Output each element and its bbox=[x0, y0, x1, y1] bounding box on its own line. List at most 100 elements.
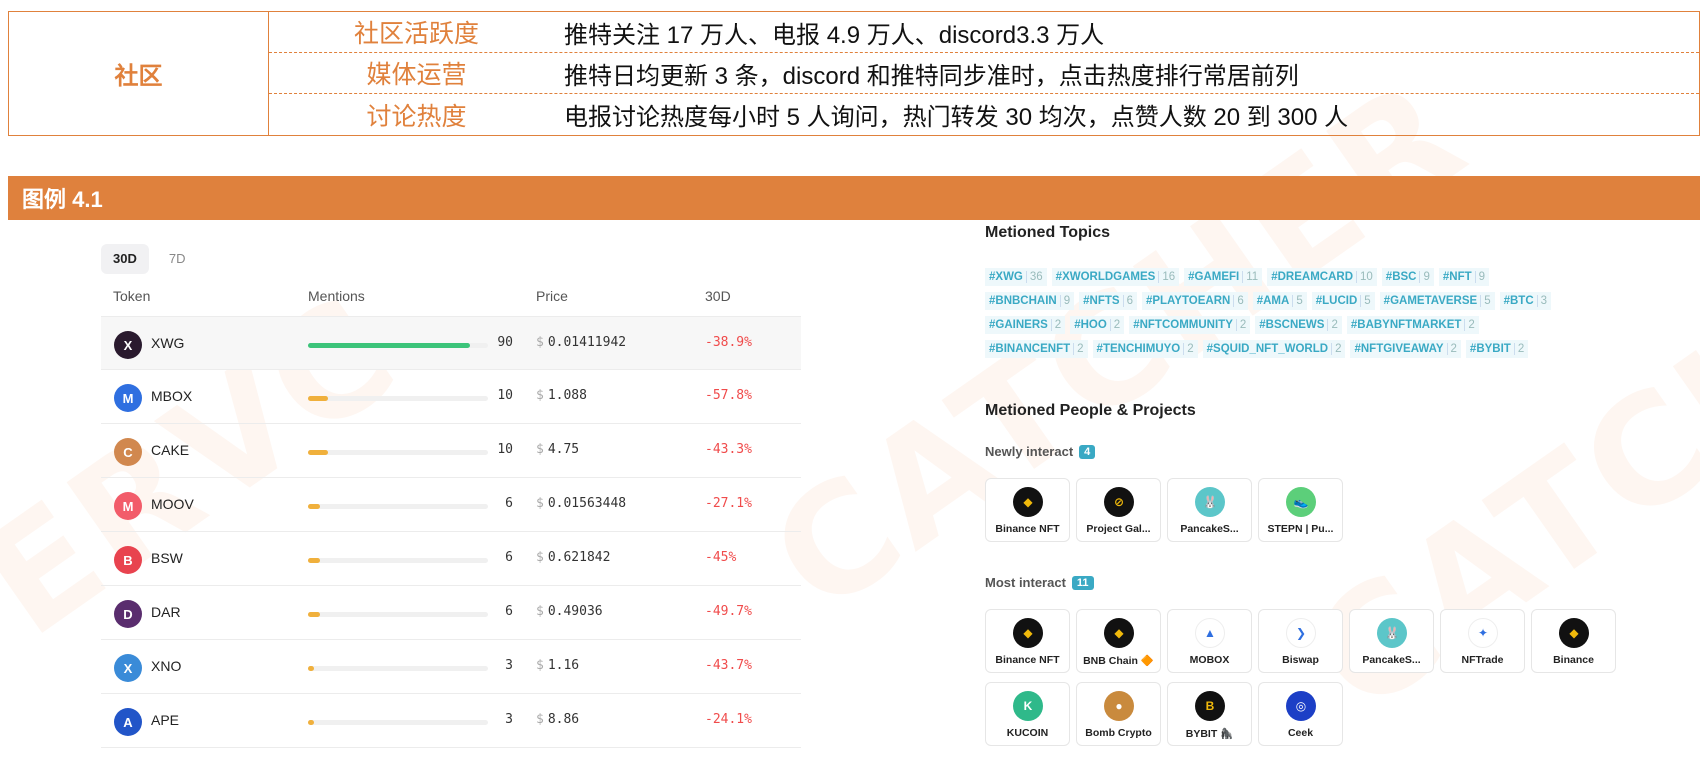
topic-tag[interactable]: #BNBCHAIN 9 bbox=[985, 292, 1075, 310]
token-row[interactable]: X XNO 3 $1.16 -43.7% bbox=[101, 640, 801, 694]
topic-tag[interactable]: #BYBIT 2 bbox=[1465, 340, 1529, 358]
token-name: XWG bbox=[151, 335, 185, 351]
token-row[interactable]: A APE 3 $8.86 -24.1% bbox=[101, 694, 801, 748]
topic-tag[interactable]: #HOO 2 bbox=[1070, 316, 1125, 334]
project-card[interactable]: ⊘ Project Gal... bbox=[1076, 478, 1161, 542]
header-mentions: Mentions bbox=[308, 288, 365, 304]
project-card[interactable]: ◎ Ceek bbox=[1258, 682, 1343, 746]
project-card[interactable]: 🐰 PancakeS... bbox=[1167, 478, 1252, 542]
currency-symbol: $ bbox=[536, 712, 544, 727]
topic-tag-text: #GAINERS bbox=[989, 319, 1048, 331]
topic-line: #BINANCENFT 2 #TENCHIMUYO 2 #SQUID_NFT_WORLD… bbox=[985, 337, 1625, 361]
token-price: $0.01563448 bbox=[536, 496, 626, 511]
ape-icon: A bbox=[114, 708, 142, 736]
newly-interact-text: Newly interact bbox=[985, 444, 1074, 459]
mentions-bar bbox=[308, 450, 328, 455]
token-row[interactable]: D DAR 6 $0.49036 -49.7% bbox=[101, 586, 801, 640]
biswap-icon: ❯ bbox=[1286, 618, 1316, 648]
price-value: 4.75 bbox=[547, 442, 580, 457]
token-row[interactable]: M MBOX 10 $1.088 -57.8% bbox=[101, 370, 801, 424]
topic-tag-count: 2 bbox=[1513, 343, 1525, 355]
token-name: MBOX bbox=[151, 388, 193, 404]
topic-tag[interactable]: #BSCNEWS 2 bbox=[1255, 316, 1342, 334]
project-card[interactable]: 👟 STEPN | Pu... bbox=[1258, 478, 1343, 542]
topic-tag[interactable]: #PLAYTOEARN 6 bbox=[1141, 292, 1248, 310]
topic-tag[interactable]: #GAMEFI 11 bbox=[1184, 268, 1263, 286]
topic-tag[interactable]: #BTC 3 bbox=[1499, 292, 1552, 310]
mentions-bar bbox=[308, 612, 320, 617]
topic-tag[interactable]: #AMA 5 bbox=[1252, 292, 1307, 310]
project-card-label: NFTrade bbox=[1461, 654, 1504, 666]
project-card-label: Binance bbox=[1553, 654, 1594, 666]
price-change: -49.7% bbox=[705, 604, 752, 619]
mentions-bar bbox=[308, 504, 320, 509]
topic-tag[interactable]: #BINANCENFT 2 bbox=[985, 340, 1088, 358]
topic-tag[interactable]: #NFTCOMMUNITY 2 bbox=[1129, 316, 1251, 334]
price-change: -57.8% bbox=[705, 388, 752, 403]
project-card[interactable]: ✦ NFTrade bbox=[1440, 609, 1525, 673]
project-card[interactable]: ● Bomb Crypto bbox=[1076, 682, 1161, 746]
tab-30d[interactable]: 30D bbox=[101, 244, 149, 274]
community-row: 讨论热度 电报讨论热度每小时 5 人询问，热门转发 30 均次，点赞人数 20 … bbox=[269, 94, 1699, 135]
topic-tag[interactable]: #NFTS 6 bbox=[1079, 292, 1137, 310]
stepn-icon: 👟 bbox=[1286, 487, 1316, 517]
topic-tag[interactable]: #NFTGIVEAWAY 2 bbox=[1350, 340, 1461, 358]
project-card[interactable]: ◆ Binance NFT bbox=[985, 478, 1070, 542]
project-card[interactable]: K KUCOIN bbox=[985, 682, 1070, 746]
topic-tag[interactable]: #XWORLDGAMES 16 bbox=[1051, 268, 1180, 286]
token-row[interactable]: M MOOV 6 $0.01563448 -27.1% bbox=[101, 478, 801, 532]
mentions-bar-track bbox=[308, 343, 488, 348]
mentions-bar bbox=[308, 720, 314, 725]
token-row[interactable]: X XWG 90 $0.01411942 -38.9% bbox=[101, 316, 801, 370]
community-row: 社区活跃度 推特关注 17 万人、电报 4.9 万人、discord3.3 万人 bbox=[269, 12, 1699, 53]
newly-interact-label: Newly interact 4 bbox=[985, 444, 1096, 459]
currency-symbol: $ bbox=[536, 496, 544, 511]
topic-tag[interactable]: #TENCHIMUYO 2 bbox=[1092, 340, 1198, 358]
topic-tag-text: #XWORLDGAMES bbox=[1055, 271, 1156, 283]
moov-icon: M bbox=[114, 492, 142, 520]
tab-7d[interactable]: 7D bbox=[157, 244, 198, 274]
topic-tag[interactable]: #BABYNFTMARKET 2 bbox=[1346, 316, 1479, 334]
project-card[interactable]: ❯ Biswap bbox=[1258, 609, 1343, 673]
community-category: 社区 bbox=[9, 12, 269, 135]
topic-tag[interactable]: #XWG 36 bbox=[985, 268, 1047, 286]
project-card[interactable]: ◆ BNB Chain 🔶 bbox=[1076, 609, 1161, 673]
topic-tag[interactable]: #GAINERS 2 bbox=[985, 316, 1066, 334]
topic-tag-count: 5 bbox=[1292, 295, 1303, 307]
topic-tag-count: 2 bbox=[1050, 319, 1062, 331]
topic-tag[interactable]: #BSC 9 bbox=[1381, 268, 1434, 286]
topic-tag[interactable]: #LUCID 5 bbox=[1311, 292, 1375, 310]
project-card[interactable]: 🐰 PancakeS... bbox=[1349, 609, 1434, 673]
mentions-bar-track bbox=[308, 396, 488, 401]
topic-tag[interactable]: #GAMETAVERSE 5 bbox=[1379, 292, 1495, 310]
token-price: $0.621842 bbox=[536, 550, 610, 565]
topic-tag-text: #BABYNFTMARKET bbox=[1350, 319, 1462, 331]
topic-tag-text: #BNBCHAIN bbox=[989, 295, 1057, 307]
token-row[interactable]: B BSW 6 $0.621842 -45% bbox=[101, 532, 801, 586]
people-title: Metioned People & Projects bbox=[985, 402, 1196, 419]
project-card[interactable]: ◆ Binance NFT bbox=[985, 609, 1070, 673]
token-row[interactable]: C CAKE 10 $4.75 -43.3% bbox=[101, 424, 801, 478]
period-tabs: 30D 7D bbox=[101, 244, 197, 274]
price-value: 0.621842 bbox=[547, 550, 611, 565]
header-token: Token bbox=[113, 288, 151, 304]
topic-tag[interactable]: #DREAMCARD 10 bbox=[1267, 268, 1377, 286]
figure-title-bar: 图例 4.1 bbox=[8, 176, 1700, 220]
project-card[interactable]: ▲ MOBOX bbox=[1167, 609, 1252, 673]
xwg-icon: X bbox=[114, 331, 142, 359]
currency-symbol: $ bbox=[536, 388, 544, 403]
project-card-label: Bomb Crypto bbox=[1085, 727, 1152, 739]
price-change: -43.3% bbox=[705, 442, 752, 457]
topic-tag[interactable]: #SQUID_NFT_WORLD 2 bbox=[1202, 340, 1346, 358]
project-card[interactable]: B BYBIT 🦍 bbox=[1167, 682, 1252, 746]
topic-tag[interactable]: #NFT 9 bbox=[1438, 268, 1490, 286]
mentions-bar-track bbox=[308, 666, 488, 671]
mentions-count: 6 bbox=[505, 496, 513, 511]
topic-line: #GAINERS 2 #HOO 2 #NFTCOMMUNITY 2 #BSCNEWS 2 #BA… bbox=[985, 313, 1625, 337]
token-table-header: Token Mentions Price 30D bbox=[101, 288, 801, 310]
token-price: $8.86 bbox=[536, 712, 579, 727]
token-name: APE bbox=[151, 712, 180, 728]
project-card[interactable]: ◆ Binance bbox=[1531, 609, 1616, 673]
topic-tag-text: #BSC bbox=[1385, 271, 1417, 283]
bomb-crypto-icon: ● bbox=[1104, 691, 1134, 721]
